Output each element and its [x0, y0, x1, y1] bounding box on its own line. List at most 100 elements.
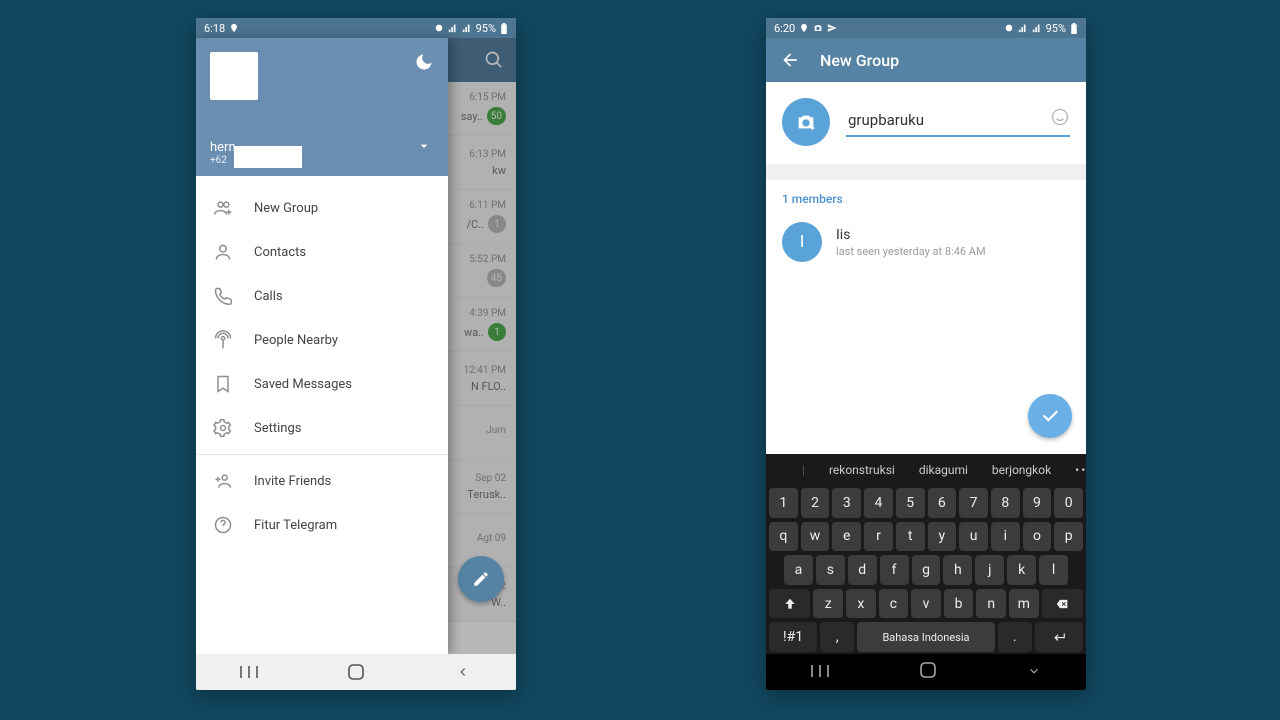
key-0[interactable]: 0: [1054, 488, 1083, 518]
home-button[interactable]: [920, 662, 936, 682]
compose-fab[interactable]: [458, 556, 504, 602]
avatar[interactable]: [210, 52, 258, 100]
key-comma[interactable]: ,: [820, 622, 854, 652]
key-l[interactable]: l: [1039, 555, 1068, 585]
key-shift[interactable]: [769, 589, 810, 619]
key-g[interactable]: g: [912, 555, 941, 585]
group-name-input[interactable]: [846, 107, 1070, 137]
camera-plus-icon: [795, 111, 817, 133]
member-row[interactable]: I Iis last seen yesterday at 8:46 AM: [766, 210, 1086, 274]
keyboard-hide-button[interactable]: [1027, 663, 1041, 682]
drawer-header: hern +62: [196, 38, 448, 176]
menu-item-people-nearby[interactable]: People Nearby: [196, 318, 448, 362]
key-s[interactable]: s: [816, 555, 845, 585]
key-c[interactable]: c: [879, 589, 909, 619]
page-title: New Group: [820, 51, 899, 70]
key-backspace[interactable]: [1042, 589, 1083, 619]
back-arrow-icon[interactable]: [780, 50, 800, 70]
group-add-icon: [212, 197, 234, 219]
menu-item-label: Calls: [254, 289, 283, 304]
menu-item-label: Invite Friends: [254, 474, 331, 489]
key-6[interactable]: 6: [928, 488, 957, 518]
key-i[interactable]: i: [991, 522, 1020, 552]
smile-icon: [1050, 107, 1070, 127]
signal-icon: [448, 23, 458, 33]
suggestion-2[interactable]: dikagumi: [919, 463, 968, 477]
key-p[interactable]: p: [1054, 522, 1083, 552]
invite-icon: [212, 470, 234, 492]
drawer-phone: +62: [210, 155, 236, 166]
key-h[interactable]: h: [943, 555, 972, 585]
suggestion-1[interactable]: rekonstruksi: [829, 463, 895, 477]
menu-item-label: Settings: [254, 421, 301, 436]
menu-item-fitur-telegram[interactable]: Fitur Telegram: [196, 503, 448, 547]
key-8[interactable]: 8: [991, 488, 1020, 518]
system-nav-bar: [196, 654, 516, 690]
group-name-section: [766, 82, 1086, 164]
key-x[interactable]: x: [846, 589, 876, 619]
key-5[interactable]: 5: [896, 488, 925, 518]
key-q[interactable]: q: [769, 522, 798, 552]
key-space[interactable]: Bahasa Indonesia: [857, 622, 994, 652]
more-suggestions[interactable]: •••: [1075, 463, 1086, 477]
key-w[interactable]: w: [801, 522, 830, 552]
recents-button[interactable]: [811, 663, 829, 682]
key-1[interactable]: 1: [769, 488, 798, 518]
phone-right: 6:20 95% New Group 1 members: [766, 18, 1086, 690]
battery-icon: [1070, 23, 1078, 34]
member-last-seen: last seen yesterday at 8:46 AM: [836, 245, 986, 258]
key-v[interactable]: v: [911, 589, 941, 619]
shift-icon: [783, 597, 797, 611]
back-button[interactable]: [453, 662, 473, 682]
key-f[interactable]: f: [880, 555, 909, 585]
status-time: 6:18: [204, 22, 225, 35]
menu-item-label: People Nearby: [254, 333, 338, 348]
key-period[interactable]: .: [998, 622, 1032, 652]
suggestion-bar: | rekonstruksi dikagumi berjongkok •••: [766, 454, 1086, 486]
set-photo-button[interactable]: [782, 98, 830, 146]
home-button[interactable]: [346, 662, 366, 682]
key-r[interactable]: r: [864, 522, 893, 552]
key-u[interactable]: u: [959, 522, 988, 552]
key-symbols[interactable]: !#1: [769, 622, 817, 652]
key-y[interactable]: y: [928, 522, 957, 552]
status-bar: 6:18 95%: [196, 18, 516, 38]
menu-item-label: Fitur Telegram: [254, 518, 337, 533]
key-o[interactable]: o: [1023, 522, 1052, 552]
key-d[interactable]: d: [848, 555, 877, 585]
key-k[interactable]: k: [1007, 555, 1036, 585]
key-2[interactable]: 2: [801, 488, 830, 518]
key-4[interactable]: 4: [864, 488, 893, 518]
key-t[interactable]: t: [896, 522, 925, 552]
soft-keyboard: | rekonstruksi dikagumi berjongkok ••• 1…: [766, 454, 1086, 654]
menu-item-new-group[interactable]: New Group: [196, 186, 448, 230]
key-m[interactable]: m: [1009, 589, 1039, 619]
menu-item-calls[interactable]: Calls: [196, 274, 448, 318]
menu-item-contacts[interactable]: Contacts: [196, 230, 448, 274]
key-z[interactable]: z: [813, 589, 843, 619]
key-j[interactable]: j: [975, 555, 1004, 585]
chevron-down-icon: [416, 138, 432, 154]
menu-item-saved-messages[interactable]: Saved Messages: [196, 362, 448, 406]
menu-item-settings[interactable]: Settings: [196, 406, 448, 450]
camera-icon: [813, 23, 823, 33]
key-b[interactable]: b: [944, 589, 974, 619]
key-3[interactable]: 3: [832, 488, 861, 518]
system-nav-bar: [766, 654, 1086, 690]
key-e[interactable]: e: [832, 522, 861, 552]
suggestion-3[interactable]: berjongkok: [992, 463, 1051, 477]
member-name: Iis: [836, 227, 986, 243]
key-a[interactable]: a: [784, 555, 813, 585]
key-n[interactable]: n: [976, 589, 1006, 619]
battery-icon: [500, 23, 508, 34]
key-enter[interactable]: [1035, 622, 1083, 652]
menu-item-invite-friends[interactable]: Invite Friends: [196, 459, 448, 503]
account-switcher[interactable]: [416, 138, 432, 158]
key-7[interactable]: 7: [959, 488, 988, 518]
emoji-button[interactable]: [1050, 107, 1070, 131]
recents-button[interactable]: [239, 662, 259, 682]
confirm-fab[interactable]: [1028, 394, 1072, 438]
key-9[interactable]: 9: [1023, 488, 1052, 518]
night-mode-toggle[interactable]: [414, 52, 434, 76]
menu-item-label: New Group: [254, 201, 318, 216]
